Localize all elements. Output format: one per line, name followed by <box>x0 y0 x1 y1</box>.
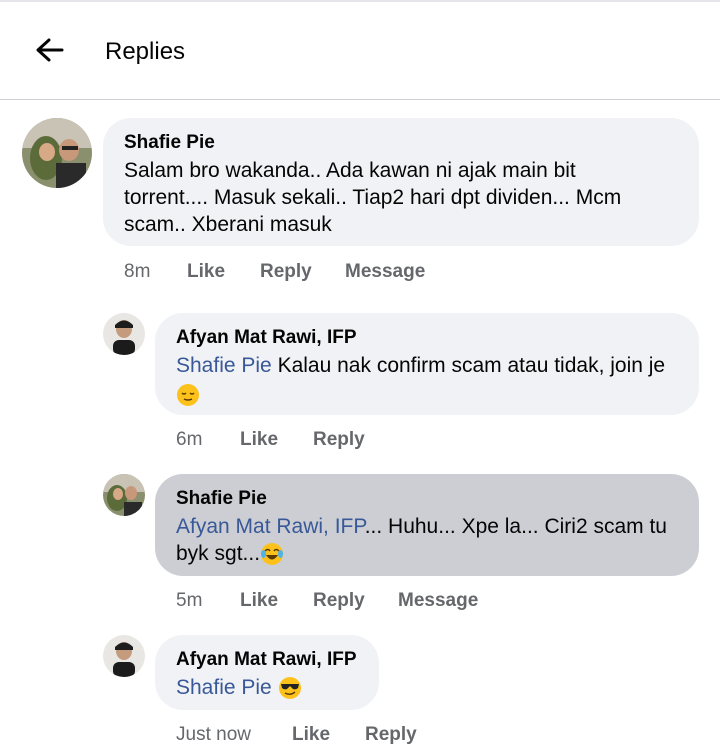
arrow-left-icon <box>36 38 64 62</box>
comment-text: ... Huhu... Xpe la... Ciri2 scam tu <box>364 515 667 538</box>
like-button[interactable]: Like <box>240 590 278 612</box>
tears-of-joy-emoji <box>261 543 284 566</box>
comment-text: Kalau nak confirm scam atau tidak, join … <box>277 354 666 377</box>
comment-line: Afyan Mat Rawi, IFP... Huhu... Xpe la...… <box>176 513 667 540</box>
comment-text: byk sgt... <box>176 542 261 565</box>
avatar[interactable] <box>22 118 92 188</box>
comment-line: byk sgt... <box>176 540 284 567</box>
reply-button[interactable]: Reply <box>313 590 365 612</box>
sunglasses-face-emoji <box>278 677 301 700</box>
comment-line: Salam bro wakanda.. Ada kawan ni ajak ma… <box>124 159 576 182</box>
message-button[interactable]: Message <box>345 261 425 283</box>
comment-actions: 5m Like Reply Message <box>176 590 676 614</box>
comment-line <box>176 381 200 408</box>
comment-time: 6m <box>176 429 203 450</box>
avatar[interactable] <box>103 313 145 355</box>
comment-line: Shafie Pie Kalau nak confirm scam atau t… <box>176 352 665 379</box>
reply-button[interactable]: Reply <box>260 261 312 283</box>
avatar[interactable] <box>103 474 145 516</box>
comment-author[interactable]: Afyan Mat Rawi, IFP <box>176 649 357 671</box>
like-button[interactable]: Like <box>240 429 278 451</box>
like-button[interactable]: Like <box>187 261 225 283</box>
comment-author[interactable]: Afyan Mat Rawi, IFP <box>176 327 357 349</box>
comment-actions: 6m Like Reply <box>176 429 676 453</box>
comment-author[interactable]: Shafie Pie <box>124 132 215 154</box>
comment-line: torrent.... Masuk sekali.. Tiap2 hari dp… <box>124 186 622 209</box>
mention-link[interactable]: Shafie Pie <box>176 676 272 699</box>
mention-link[interactable]: Shafie Pie <box>176 354 272 377</box>
comment-author[interactable]: Shafie Pie <box>176 488 267 510</box>
avatar[interactable] <box>103 635 145 677</box>
page-title: Replies <box>105 38 186 65</box>
relieved-face-emoji <box>177 384 199 407</box>
back-button[interactable] <box>28 30 72 74</box>
reply-button[interactable]: Reply <box>313 429 365 451</box>
reply-button[interactable]: Reply <box>365 724 417 746</box>
comment-line: Shafie Pie <box>176 674 302 701</box>
comment-time: 8m <box>124 261 151 282</box>
comment-actions: 8m Like Reply Message <box>124 261 684 285</box>
comment-actions: Just now Like Reply <box>176 724 676 748</box>
message-button[interactable]: Message <box>398 590 478 612</box>
mention-link[interactable]: Afyan Mat Rawi, IFP <box>176 515 365 538</box>
comment-time: Just now <box>176 724 251 745</box>
comment-line: scam.. Xberani masuk <box>124 213 332 236</box>
comment-time: 5m <box>176 590 203 611</box>
replies-header: Replies <box>0 2 720 100</box>
like-button[interactable]: Like <box>292 724 330 746</box>
